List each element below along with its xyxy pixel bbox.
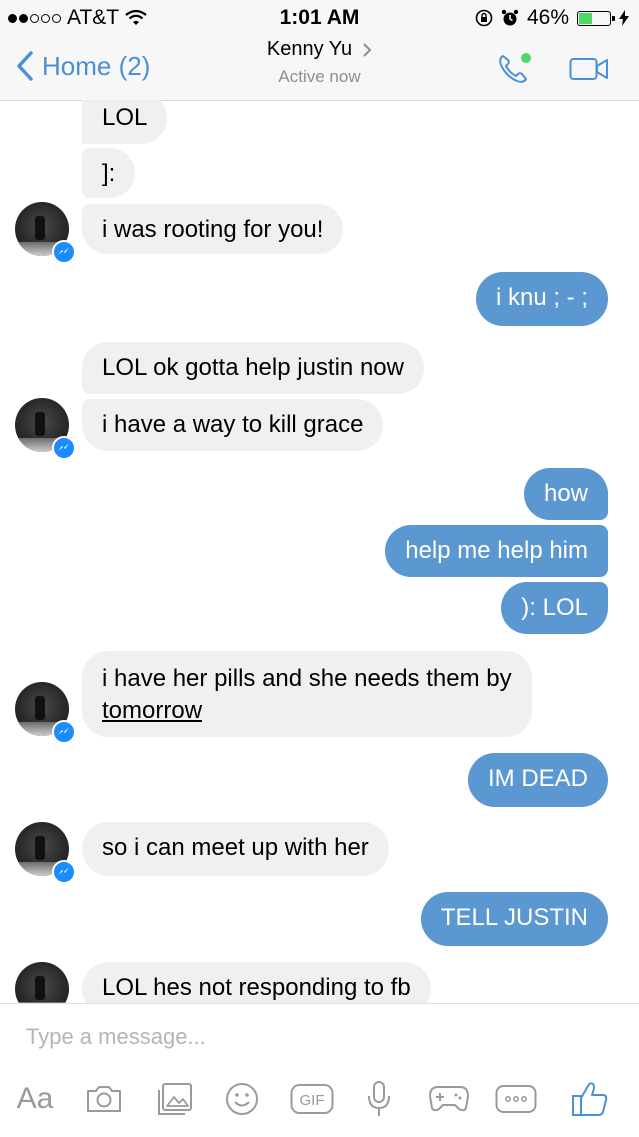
status-right: 46% [475, 6, 629, 30]
message-text: ): LOL [521, 594, 588, 621]
status-bar: AT&T 1:01 AM 46% [0, 0, 639, 34]
message-bubble-incoming[interactable]: LOL ok gotta help justin now [82, 342, 424, 394]
more-icon[interactable] [494, 1076, 538, 1122]
alarm-icon [501, 9, 519, 26]
message-text: i have her pills and she needs them by [102, 665, 512, 692]
message-text: i was rooting for you! [102, 216, 324, 243]
message-bubble-outgoing[interactable]: help me help him [385, 525, 608, 577]
message-bubble-incoming[interactable]: i have a way to kill grace [82, 399, 384, 451]
message-text: TELL JUSTIN [440, 904, 588, 931]
gif-label: GIF [300, 1092, 325, 1109]
message-text-link[interactable]: tomorrow [102, 695, 512, 727]
battery-icon [577, 10, 615, 26]
message-bubble-incoming[interactable]: i have her pills and she needs them by t… [82, 651, 532, 737]
gamepad-icon[interactable] [428, 1076, 470, 1122]
message-text: LOL ok gotta help justin now [102, 354, 404, 381]
message-bubble-incoming[interactable]: LOL hes not responding to fb [82, 962, 431, 1003]
messenger-badge-icon [52, 436, 76, 460]
photo-gallery-icon[interactable] [155, 1076, 195, 1122]
message-input[interactable]: Type a message... [26, 1024, 206, 1050]
message-text: so i can meet up with her [102, 834, 369, 861]
contact-name: Kenny Yu [266, 38, 353, 60]
message-bubble-incoming[interactable]: i was rooting for you! [82, 204, 344, 254]
gif-icon[interactable]: GIF [290, 1076, 334, 1122]
thumbs-up-icon[interactable] [570, 1076, 610, 1122]
message-bubble-incoming[interactable]: so i can meet up with her [82, 822, 389, 876]
chevron-right-icon [363, 42, 372, 57]
messenger-badge-icon [52, 860, 76, 884]
message-bubble-outgoing[interactable]: i knu ; - ; [475, 272, 608, 326]
message-bubble-outgoing[interactable]: ): LOL [501, 582, 608, 634]
microphone-icon[interactable] [362, 1076, 396, 1122]
messenger-badge-icon [52, 240, 76, 264]
rotation-lock-icon [475, 9, 493, 27]
message-text: LOL hes not responding to fb [102, 974, 411, 1001]
message-composer: Type a message... Aa GIF [0, 1003, 639, 1137]
message-text: help me help him [405, 537, 588, 564]
battery-percent: 46% [526, 6, 569, 29]
aa-label: Aa [16, 1082, 54, 1115]
message-bubble-incoming[interactable]: ]: [82, 148, 136, 198]
message-bubble-outgoing[interactable]: TELL JUSTIN [420, 892, 608, 946]
message-text: i have a way to kill grace [102, 411, 364, 438]
video-camera-icon[interactable] [569, 56, 609, 82]
charging-bolt-icon [619, 10, 629, 26]
message-text: IM DEAD [487, 765, 588, 792]
camera-icon[interactable] [84, 1076, 124, 1122]
message-text: ]: [102, 160, 116, 187]
conversation-header: Home (2) Kenny Yu Active now [0, 34, 639, 101]
message-bubble-outgoing[interactable]: IM DEAD [467, 753, 608, 807]
phone-icon[interactable] [497, 52, 533, 86]
message-text: LOL [102, 104, 148, 131]
contact-avatar[interactable] [15, 962, 69, 1003]
message-bubble-incoming[interactable]: LOL [82, 100, 168, 144]
message-bubble-outgoing[interactable]: how [523, 468, 608, 520]
messenger-badge-icon [52, 720, 76, 744]
smiley-icon[interactable] [222, 1076, 262, 1122]
composer-toolbar: Aa GIF [0, 1076, 639, 1126]
text-format-button[interactable]: Aa [12, 1076, 58, 1122]
message-thread[interactable]: LOL ]: i was rooting for you! i knu ; - … [0, 100, 639, 1003]
message-text: how [543, 480, 588, 507]
message-text: i knu ; - ; [495, 284, 588, 311]
